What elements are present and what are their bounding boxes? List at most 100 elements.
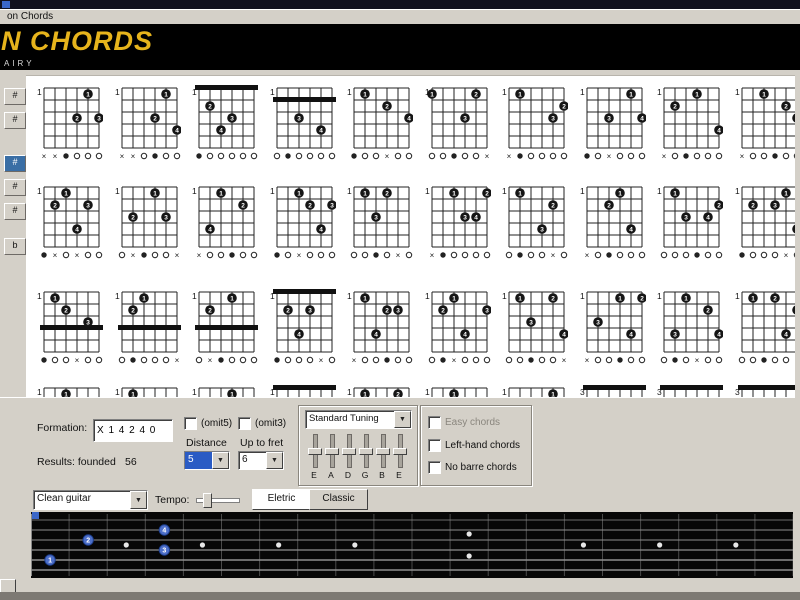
chord-diagram-svg: 1 1 2 4 ×: [657, 87, 724, 161]
up-to-fret-dropdown[interactable]: 6 ▼: [238, 451, 284, 470]
svg-text:1: 1: [53, 295, 57, 302]
window-titlebar[interactable]: [0, 0, 800, 9]
chord-diagram-svg: 1123×: [735, 87, 795, 161]
chord-diagram[interactable]: 1 1 2 3 4: [655, 182, 724, 264]
chord-diagram[interactable]: 1123×: [423, 383, 491, 398]
slider-thumb[interactable]: [359, 448, 373, 455]
chord-diagram[interactable]: 1123×: [35, 287, 103, 369]
eletric-guitar-button[interactable]: Eletric: [252, 489, 311, 510]
slider-thumb[interactable]: [325, 448, 339, 455]
chord-diagram[interactable]: 1 1 2 4 ×: [578, 182, 646, 264]
svg-text:2: 2: [86, 538, 90, 545]
chord-diagram[interactable]: 1123×: [733, 83, 795, 165]
svg-text:1: 1: [37, 87, 42, 97]
svg-text:2: 2: [551, 202, 555, 209]
sidebar-note-button[interactable]: b: [4, 238, 26, 255]
left-hand-checkbox-box[interactable]: [428, 439, 441, 452]
chord-diagram[interactable]: 11234×: [423, 287, 492, 369]
sidebar-note-button[interactable]: #: [4, 112, 26, 129]
chord-diagram[interactable]: 1123×: [190, 383, 258, 398]
chord-diagram[interactable]: 1 1 2 4 ×: [345, 83, 414, 165]
chord-diagram[interactable]: 1123×: [345, 383, 413, 398]
left-hand-chords-checkbox[interactable]: Left-hand chords: [428, 439, 520, 452]
tuning-slider-e-string[interactable]: E: [307, 432, 322, 480]
svg-text:×: ×: [42, 152, 47, 161]
slider-thumb[interactable]: [376, 448, 390, 455]
tuning-dropdown[interactable]: Standard Tuning ▼: [305, 410, 412, 429]
slider-thumb[interactable]: [308, 448, 322, 455]
sidebar-note-button[interactable]: #: [4, 88, 26, 105]
chord-diagram[interactable]: 11234×: [578, 287, 647, 369]
chord-diagram[interactable]: 324: [733, 383, 795, 398]
slider-thumb[interactable]: [342, 448, 356, 455]
tempo-slider-thumb[interactable]: [203, 493, 212, 508]
fretboard-finger-dot[interactable]: 2: [82, 534, 94, 546]
chord-diagram[interactable]: 1 1 2 ×: [190, 287, 258, 369]
horizontal-scrollbar[interactable]: [0, 579, 795, 594]
chord-diagram[interactable]: 11234×: [500, 287, 569, 369]
chord-diagram[interactable]: 1 2 3 4 ×: [268, 287, 336, 369]
sidebar-note-button[interactable]: #: [4, 155, 26, 172]
svg-text:1: 1: [580, 186, 585, 196]
chord-diagram[interactable]: 11234×: [268, 182, 337, 264]
fretboard-finger-dot[interactable]: 4: [158, 524, 171, 536]
classic-guitar-button[interactable]: Classic: [309, 489, 368, 510]
chord-diagram[interactable]: 323: [655, 383, 723, 398]
chevron-down-icon[interactable]: ▼: [212, 452, 229, 469]
svg-text:1: 1: [502, 291, 507, 301]
chord-diagram[interactable]: 11234×: [733, 182, 795, 264]
chord-diagram[interactable]: 1 1 2 3 × ×: [35, 83, 104, 165]
distance-dropdown[interactable]: 5 ▼: [184, 451, 230, 470]
svg-text:×: ×: [551, 251, 556, 260]
chord-diagram[interactable]: 323: [578, 383, 646, 398]
omit5-checkbox-box[interactable]: [184, 417, 197, 430]
tuning-slider-b-string[interactable]: B: [375, 432, 390, 480]
guitar-sound-dropdown[interactable]: Clean guitar ▼: [33, 490, 148, 510]
svg-text:×: ×: [662, 152, 667, 161]
chord-diagram[interactable]: 1123×: [423, 83, 491, 165]
chord-diagram[interactable]: 1123×: [35, 383, 103, 398]
chord-diagram[interactable]: 1 1 2 4 × ×: [113, 83, 182, 165]
chord-diagram[interactable]: 1 3 4: [268, 83, 336, 165]
omit3-checkbox[interactable]: (omit3): [238, 417, 286, 430]
chord-diagram[interactable]: 1 1 2 3 × ×: [113, 182, 181, 264]
chord-diagram[interactable]: 1 1 2 ×: [113, 287, 181, 369]
chord-diagram[interactable]: 1 1 3 4 ×: [578, 83, 647, 165]
tempo-slider[interactable]: [196, 493, 240, 508]
chord-diagram[interactable]: 1 1 2 4 ×: [655, 83, 724, 165]
fretboard-view[interactable]: 1 2 3 4: [31, 512, 793, 578]
sidebar-note-button[interactable]: #: [4, 203, 26, 220]
chevron-down-icon[interactable]: ▼: [394, 411, 411, 428]
chord-diagram[interactable]: 1234: [190, 83, 258, 165]
formation-input[interactable]: [93, 419, 173, 442]
chord-diagram[interactable]: 11234×: [733, 287, 795, 369]
tuning-slider-g-string[interactable]: G: [358, 432, 373, 480]
chord-diagram[interactable]: 11234×: [423, 182, 492, 264]
chord-diagram[interactable]: 1123×: [500, 383, 568, 398]
tuning-slider-a-string[interactable]: A: [324, 432, 339, 480]
fretboard-finger-dot[interactable]: 3: [158, 544, 171, 556]
omit5-checkbox[interactable]: (omit5): [184, 417, 232, 430]
chord-diagram[interactable]: 1123×: [345, 182, 413, 264]
tuning-slider-d-string[interactable]: D: [341, 432, 356, 480]
svg-text:4: 4: [474, 214, 478, 221]
chord-diagram[interactable]: 1 1 2 4 ×: [190, 182, 258, 264]
omit3-checkbox-box[interactable]: [238, 417, 251, 430]
chord-diagram-svg: 123: [270, 385, 336, 398]
tuning-slider-e-string[interactable]: E: [392, 432, 407, 480]
chord-diagram[interactable]: 11234×: [655, 287, 724, 369]
chevron-down-icon[interactable]: ▼: [266, 452, 283, 469]
fretboard-finger-dot[interactable]: 1: [44, 554, 56, 566]
chevron-down-icon[interactable]: ▼: [130, 491, 147, 509]
chord-diagram[interactable]: 1123×: [500, 182, 568, 264]
chord-diagram[interactable]: 11234×: [345, 287, 413, 369]
no-barre-chords-checkbox[interactable]: No barre chords: [428, 461, 517, 474]
sidebar-note-button[interactable]: #: [4, 179, 26, 196]
chord-diagram[interactable]: 1123×: [113, 383, 181, 398]
no-barre-checkbox-box[interactable]: [428, 461, 441, 474]
chord-diagram[interactable]: 1 1 2 3 4 × ×: [35, 182, 103, 264]
chord-diagram[interactable]: 1123×: [500, 83, 569, 165]
slider-thumb[interactable]: [393, 448, 407, 455]
chord-diagram[interactable]: 123: [268, 383, 336, 398]
fret-inlay-marker: [466, 531, 472, 537]
